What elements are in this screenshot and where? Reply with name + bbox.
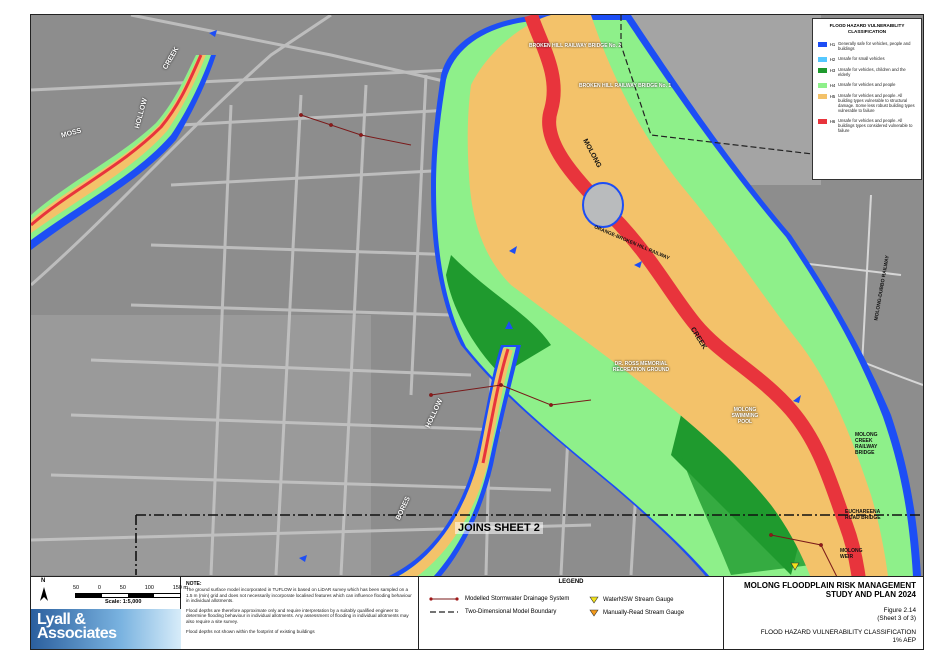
code-h6: H6	[829, 119, 836, 124]
manual-gauge-icon	[589, 609, 599, 617]
note-p1: The ground surface model incorporated in…	[186, 587, 412, 604]
scale-tick-2: 50	[119, 585, 126, 591]
stormwater-line-icon	[429, 597, 459, 601]
desc-h6: Unsafe for vehicles and people. All buil…	[838, 118, 913, 133]
swatch-h1	[818, 42, 827, 47]
legend-row-h4: H4 Unsafe for vehicles and people	[818, 82, 916, 88]
scale-text: Scale: 1:5,000	[105, 599, 142, 605]
code-h4: H4	[829, 83, 836, 88]
scale-cell: N 50 0 50 100 150 m Scale: 1:5,000 Lyall…	[31, 577, 188, 649]
label-swimming-pool: MOLONG SWIMMING POOL	[731, 407, 759, 425]
swatch-h6	[818, 119, 827, 124]
hazard-legend-title: FLOOD HAZARD VULNERABILITY CLASSIFICATIO…	[829, 23, 905, 34]
label-molong-weir: MOLONG WEIR	[840, 548, 863, 560]
logo-line2: Associates	[37, 625, 117, 642]
lyall-associates-logo: Lyall & Associates	[31, 609, 181, 649]
legend-manual: Manually-Read Stream Gauge	[589, 609, 684, 617]
note-p3: Flood depths not shown within the footpr…	[186, 628, 315, 634]
legend-stormwater: Modelled Stormwater Drainage System	[429, 596, 569, 602]
classification-title: FLOOD HAZARD VULNERABILITY CLASSIFICATIO…	[760, 629, 916, 636]
title-line2: STUDY AND PLAN 2024	[825, 590, 916, 599]
desc-h2: Unsafe for small vehicles	[838, 56, 885, 61]
desc-h5: Unsafe for vehicles and people. All buil…	[838, 93, 915, 113]
title-block: MOLONG FLOODPLAIN RISK MANAGEMENT STUDY …	[724, 577, 923, 649]
legend-cell: LEGEND Modelled Stormwater Drainage Syst…	[419, 577, 724, 649]
desc-h4: Unsafe for vehicles and people	[838, 82, 896, 87]
north-label: N	[41, 578, 46, 584]
figure-number: Figure 2.14	[883, 607, 916, 614]
swatch-h2	[818, 57, 827, 62]
legend-manual-label: Manually-Read Stream Gauge	[603, 610, 685, 616]
label-broken-hill-bridge-1: BROKEN HILL RAILWAY BRIDGE No. 1	[579, 83, 672, 89]
code-h5: H5	[829, 94, 836, 99]
note-cell: NOTE: The ground surface model incorpora…	[181, 577, 419, 649]
legend-row-h3: H3 Unsafe for vehicles, children and the …	[818, 67, 916, 77]
legend-boundary: Two-Dimensional Model Boundary	[429, 609, 556, 615]
map-frame: BROKEN HILL RAILWAY BRIDGE No. 2 BROKEN …	[30, 14, 924, 650]
title-line1: MOLONG FLOODPLAIN RISK MANAGEMENT	[744, 581, 916, 590]
legend-gauge: WaterNSW Stream Gauge	[589, 596, 673, 604]
legend-row-h5: H5 Unsafe for vehicles and people. All bu…	[818, 93, 916, 113]
label-dr-ross: DR. ROSS MEMORIAL RECREATION GROUND	[612, 361, 670, 373]
sheet-number: (Sheet 3 of 3)	[877, 615, 916, 622]
scale-bar: 50 0 50 100 150 m Scale: 1:5,000	[43, 585, 188, 607]
legend-title: LEGEND	[558, 579, 584, 585]
note-p2: Flood depths are therefore approximate o…	[186, 607, 409, 624]
legend-row-h2: H2 Unsafe for small vehicles	[818, 56, 916, 62]
code-h1: H1	[829, 42, 836, 47]
legend-row-h1: H1 Generally safe for vehicles, people an…	[818, 41, 916, 51]
desc-h3: Unsafe for vehicles, children and the el…	[838, 67, 906, 77]
waternsw-gauge-icon	[589, 596, 599, 604]
hazard-legend: FLOOD HAZARD VULNERABILITY CLASSIFICATIO…	[812, 18, 922, 180]
swatch-h5	[818, 94, 827, 99]
legend-row-h6: H6 Unsafe for vehicles and people. All bu…	[818, 118, 916, 133]
label-molong-creek-bridge: MOLONG CREEK RAILWAY BRIDGE	[855, 432, 878, 456]
boundary-line-icon	[430, 611, 458, 613]
joins-sheet-label: JOINS SHEET 2	[455, 522, 543, 534]
legend-gauge-label: WaterNSW Stream Gauge	[603, 597, 674, 603]
scale-tick-0: 50	[73, 585, 80, 591]
swatch-h4	[818, 83, 827, 88]
code-h2: H2	[829, 57, 836, 62]
info-bar: N 50 0 50 100 150 m Scale: 1:5,000 Lyall…	[31, 576, 923, 649]
label-euchareena-bridge: EUCHAREENA ROAD BRIDGE	[845, 509, 881, 521]
legend-stormwater-label: Modelled Stormwater Drainage System	[465, 596, 570, 602]
code-h3: H3	[829, 68, 836, 73]
aep-label: 1% AEP	[892, 637, 916, 644]
desc-h1: Generally safe for vehicles, people and …	[838, 41, 911, 51]
swatch-h3	[818, 68, 827, 73]
scale-tick-1: 0	[97, 585, 101, 591]
legend-boundary-label: Two-Dimensional Model Boundary	[465, 609, 557, 615]
flood-map[interactable]	[31, 15, 923, 649]
label-broken-hill-bridge-2: BROKEN HILL RAILWAY BRIDGE No. 2	[529, 43, 622, 49]
scale-tick-3: 100	[144, 585, 154, 591]
